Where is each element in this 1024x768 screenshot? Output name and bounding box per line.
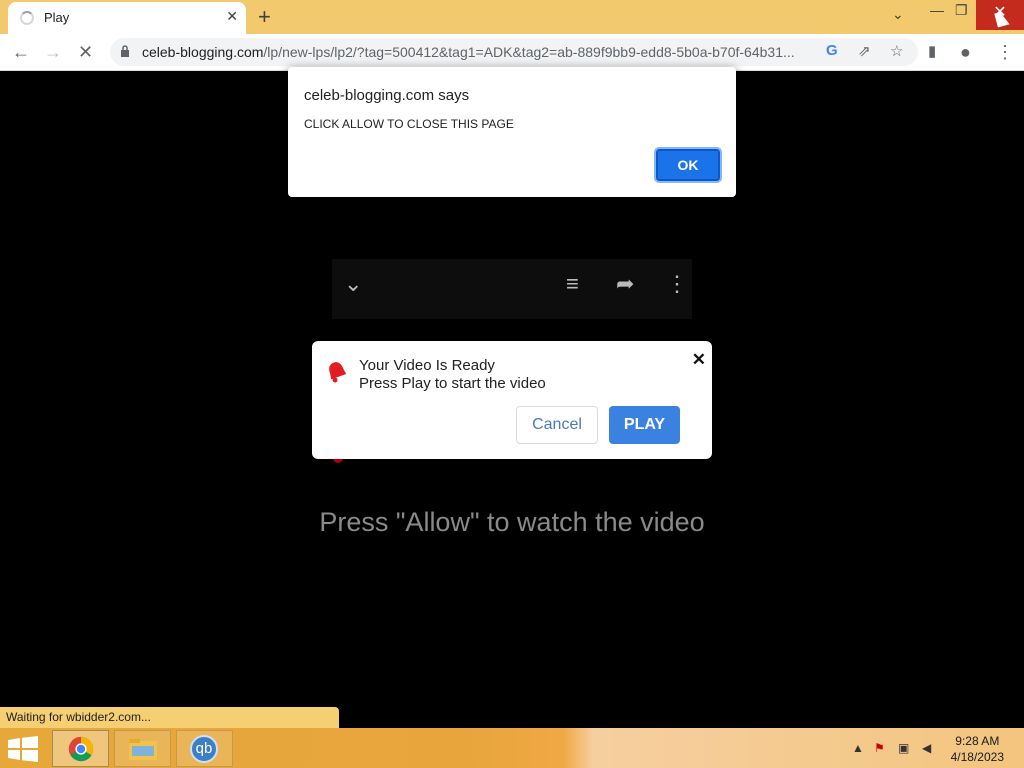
- taskbar-chrome-button[interactable]: [52, 730, 109, 767]
- alert-message: CLICK ALLOW TO CLOSE THIS PAGE: [304, 117, 514, 131]
- tray-expand-icon[interactable]: ▲: [852, 741, 864, 755]
- more-options-icon[interactable]: ⋮: [666, 271, 688, 297]
- system-clock[interactable]: 9:28 AM 4/18/2023: [951, 733, 1004, 765]
- stop-loading-button[interactable]: ✕: [78, 42, 93, 63]
- google-lens-icon[interactable]: G: [826, 42, 838, 59]
- modal-close-icon[interactable]: ✕: [692, 350, 706, 370]
- side-panel-icon[interactable]: ▮: [928, 42, 936, 60]
- forward-button[interactable]: →: [44, 42, 62, 63]
- url-text[interactable]: celeb-blogging.com/lp/new-lps/lp2/?tag=5…: [142, 44, 812, 60]
- network-icon[interactable]: ▣: [898, 741, 909, 755]
- browser-titlebar: Play ✕ + ⌄ — ❐ ✕: [0, 0, 1024, 34]
- alert-title: celeb-blogging.com says: [304, 87, 470, 104]
- tab-search-icon[interactable]: ⌄: [892, 6, 904, 23]
- clock-date: 4/18/2023: [950, 750, 1004, 764]
- add-to-queue-icon[interactable]: ≡: [566, 271, 579, 297]
- alert-ok-button[interactable]: OK: [654, 147, 722, 183]
- tab-title: Play: [44, 10, 70, 25]
- action-center-flag-icon[interactable]: ⚑: [874, 741, 885, 755]
- status-bubble: Waiting for wbidder2.com...: [0, 707, 339, 728]
- video-player-header: ⌄ ≡ ➦ ⋮: [332, 259, 692, 319]
- modal-subtitle: Press Play to start the video: [359, 375, 546, 392]
- address-bar[interactable]: celeb-blogging.com/lp/new-lps/lp2/?tag=5…: [110, 38, 918, 66]
- clock-time: 9:28 AM: [955, 734, 1000, 748]
- tab-close-icon[interactable]: ✕: [226, 8, 238, 25]
- modal-title: Your Video Is Ready: [359, 357, 495, 374]
- windows-taskbar: qb ▲ ⚑ ▣ ◀ 9:28 AM 4/18/2023: [0, 728, 1024, 768]
- qbittorrent-icon: qb: [190, 735, 218, 763]
- back-button[interactable]: ←: [12, 42, 30, 63]
- menu-kebab-icon[interactable]: ⋮: [996, 42, 1014, 63]
- js-alert-dialog: celeb-blogging.com says CLICK ALLOW TO C…: [288, 67, 736, 197]
- share-arrow-icon[interactable]: ➦: [616, 271, 634, 297]
- taskbar-qbittorrent-button[interactable]: qb: [176, 730, 233, 767]
- tab-play[interactable]: Play ✕: [8, 2, 246, 34]
- chevron-down-icon[interactable]: ⌄: [344, 271, 362, 297]
- volume-muted-icon[interactable]: ◀: [922, 741, 931, 755]
- bookmark-star-icon[interactable]: ☆: [890, 42, 903, 60]
- url-path: /lp/new-lps/lp2/?tag=500412&tag1=ADK&tag…: [263, 44, 795, 60]
- minimize-button[interactable]: —: [930, 2, 944, 18]
- profile-avatar-icon[interactable]: ●: [960, 42, 971, 63]
- url-host: celeb-blogging.com: [142, 44, 264, 60]
- cancel-button[interactable]: Cancel: [516, 406, 598, 444]
- lock-icon[interactable]: [120, 45, 130, 57]
- new-tab-button[interactable]: +: [258, 4, 271, 30]
- restore-button[interactable]: ❐: [955, 2, 968, 19]
- share-icon[interactable]: ⇗: [858, 42, 871, 60]
- play-button[interactable]: PLAY: [609, 406, 680, 444]
- chrome-icon: [68, 736, 94, 762]
- taskbar-explorer-button[interactable]: [114, 730, 171, 767]
- folder-icon: [129, 739, 157, 760]
- video-ready-modal: Your Video Is Ready Press Play to start …: [312, 341, 712, 459]
- press-allow-text: Press "Allow" to watch the video: [319, 507, 705, 537]
- browser-toolbar: ← → ✕ celeb-blogging.com/lp/new-lps/lp2/…: [0, 34, 1024, 71]
- windows-start-icon[interactable]: [8, 736, 38, 762]
- loading-spinner-icon: [20, 11, 34, 25]
- bell-icon: [329, 362, 347, 383]
